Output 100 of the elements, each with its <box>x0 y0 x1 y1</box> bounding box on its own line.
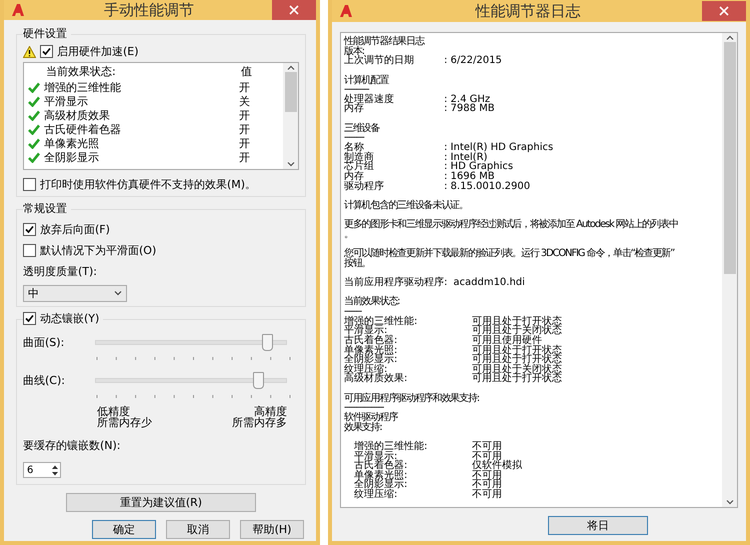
checkbox-label: 默认情况下为平滑面(O) <box>40 243 156 258</box>
field-label: 透明度质量(T): <box>23 264 98 279</box>
log-text: 。 <box>344 230 353 240</box>
checkbox-label: 打印时使用软件仿真硬件不支持的效果(M)。 <box>40 177 256 192</box>
dialog-button[interactable]: 取消 <box>166 520 230 539</box>
app-logo-icon <box>10 2 26 18</box>
log-label: 增强的三维性能: <box>344 316 418 326</box>
log-label: 古氏着色器: <box>354 461 408 471</box>
slider-thumb[interactable] <box>262 334 273 350</box>
check-icon <box>28 82 40 93</box>
checkbox-label: 动态镶嵌(Y) <box>40 311 100 326</box>
log-label: 古氏着色器: <box>344 336 398 346</box>
log-label: 当前应用程序驱动程序: <box>344 278 448 288</box>
group-label: 常规设置 <box>23 201 71 216</box>
checkbox[interactable] <box>40 45 53 58</box>
log-value: acaddm10.hdi <box>453 278 525 288</box>
scroll-thumb[interactable] <box>724 42 736 274</box>
scroll-up-icon[interactable] <box>726 35 734 40</box>
effect-name: 古氏硬件着色器 <box>44 122 122 137</box>
log-text: 软件驱动程序 <box>344 412 398 423</box>
checkbox[interactable] <box>23 223 36 236</box>
checkbox[interactable] <box>23 178 36 191</box>
count-spinner[interactable]: 6 <box>23 462 61 478</box>
log-value: : 7988 MB <box>444 104 495 114</box>
column-header: 当前效果状态: <box>45 64 117 79</box>
dialog-button[interactable]: 确定 <box>92 520 156 539</box>
group-label: 硬件设置 <box>23 26 71 41</box>
log-text: 版本: <box>344 46 364 56</box>
log-text: 计算机包含的三维设备未认证。 <box>344 200 468 211</box>
log-value: : 2.4 GHz <box>444 94 490 104</box>
log-label: 制造商 <box>344 152 375 162</box>
check-icon <box>28 152 40 163</box>
log-text: 三维设备 <box>344 124 380 134</box>
log-label: 平滑显示: <box>354 452 398 462</box>
window-title: 性能调节器日志 <box>474 2 582 20</box>
check-icon <box>28 124 40 135</box>
slider-label: 曲面(S): <box>23 334 66 350</box>
log-text: 更多的图形卡和三维显示驱动程序经过测试后，将被添加至 Autodesk 网站上的列表中 <box>344 220 678 230</box>
log-value: : HD Graphics <box>444 162 514 172</box>
log-label: 高级材质效果: <box>344 374 408 384</box>
log-text: 计算机配置 <box>344 76 388 86</box>
scale-label: 所需内存少 <box>97 417 152 428</box>
log-value: 不可用 <box>472 470 502 480</box>
log-button[interactable]: 将日 <box>548 516 648 535</box>
quality-dropdown[interactable]: 中 <box>23 285 127 302</box>
log-text: ---------- <box>344 85 369 95</box>
log-label: 纹理压缩: <box>344 364 388 374</box>
log-value: 可用且处于关闭状态 <box>472 364 562 374</box>
effect-value: 开 <box>239 136 251 151</box>
log-label: 芯片组 <box>344 162 375 172</box>
close-button[interactable] <box>272 0 316 20</box>
checkbox-label: 启用硬件加速(E) <box>57 44 139 59</box>
log-value: : Intel(R) HD Graphics <box>444 143 554 153</box>
log-value: : 1696 MB <box>444 172 495 182</box>
effect-value: 开 <box>239 150 251 165</box>
reset-button[interactable]: 重置为建议值(R) <box>66 493 256 512</box>
scale-label: 低精度 <box>97 406 130 417</box>
log-label: 驱动程序 <box>344 182 385 192</box>
effect-value: 开 <box>239 122 251 137</box>
log-label: 内存 <box>344 104 364 114</box>
log-label: 平滑显示: <box>344 326 388 336</box>
checkbox[interactable] <box>23 312 36 325</box>
log-value: 不可用 <box>472 442 502 452</box>
field-label: 要缓存的镶嵌数(N): <box>23 438 122 453</box>
effect-value: 开 <box>239 108 251 123</box>
log-value: : 6/22/2015 <box>444 56 502 66</box>
log-value: 可用且处于打开状态 <box>472 355 562 365</box>
checkbox[interactable] <box>23 244 36 257</box>
close-icon <box>289 5 299 15</box>
window-title: 手动性能调节 <box>103 0 195 20</box>
slider-thumb[interactable] <box>252 372 264 388</box>
log-label: 处理器速度 <box>344 94 395 104</box>
log-label: 上次调节的日期 <box>344 56 415 66</box>
log-value: : 8.15.0010.2900 <box>444 182 530 192</box>
log-text: 效果支持: <box>344 422 382 432</box>
log-text: 按钮。 <box>344 258 371 268</box>
log-text: -------- <box>344 133 364 144</box>
log-label: 增强的三维性能: <box>354 442 428 452</box>
warning-icon <box>23 46 36 58</box>
check-icon <box>28 138 40 149</box>
scroll-thumb[interactable] <box>284 72 296 112</box>
scale-label: 所需内存多 <box>232 417 287 428</box>
log-label: 单像素光照: <box>344 346 398 356</box>
scroll-down-icon[interactable] <box>286 162 294 167</box>
log-value: 可用且使用硬件 <box>472 336 542 346</box>
check-icon <box>28 96 40 107</box>
log-value: 不可用 <box>472 452 502 462</box>
scroll-down-icon[interactable] <box>726 500 734 505</box>
log-value: 仅软件模拟 <box>472 461 522 471</box>
effect-value: 开 <box>239 80 251 95</box>
effect-name: 平滑显示 <box>44 94 89 109</box>
close-button[interactable] <box>702 1 746 21</box>
scroll-up-icon[interactable] <box>286 65 294 70</box>
log-value: 不可用 <box>472 480 502 490</box>
effect-name: 高级材质效果 <box>44 108 111 123</box>
log-value: 可用且处于打开状态 <box>472 316 562 326</box>
effect-name: 单像素光照 <box>44 136 100 151</box>
log-value: : Intel(R) <box>444 152 488 162</box>
dialog-button[interactable]: 帮助(H) <box>240 520 304 539</box>
log-text: 当前效果状态: <box>344 297 400 307</box>
